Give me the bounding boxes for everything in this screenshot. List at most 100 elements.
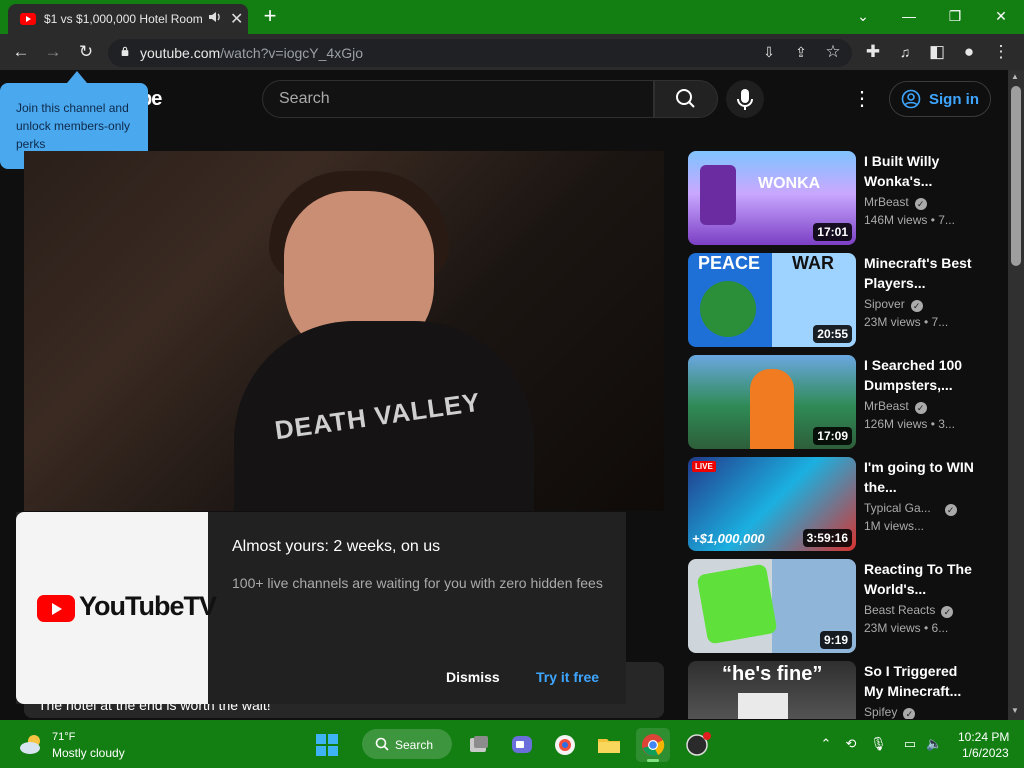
windows-logo-icon <box>316 734 338 756</box>
scroll-up-arrow-icon[interactable]: ▲ <box>1011 72 1019 81</box>
network-icon[interactable]: ▭ <box>902 736 918 752</box>
microphone-tray-icon[interactable]: 🎙 <box>870 736 887 752</box>
channel-name[interactable]: Spifey ✓ <box>864 705 916 719</box>
edge-browser-icon[interactable] <box>548 728 582 762</box>
thumbnail-figure <box>750 369 794 449</box>
verified-check-icon: ✓ <box>914 198 927 210</box>
volume-icon[interactable]: 🔈 <box>926 736 942 752</box>
video-meta: 126M views • 3... <box>864 417 955 431</box>
video-thumbnail[interactable]: 17:09 <box>688 355 856 449</box>
sync-icon[interactable]: ⟲ <box>843 736 859 752</box>
channel-name[interactable]: MrBeast ✓ <box>864 399 927 414</box>
channel-name[interactable]: MrBeast ✓ <box>864 195 927 210</box>
channel-name-text: Sipover <box>864 297 905 311</box>
channel-name-text: MrBeast <box>864 399 909 413</box>
taskbar-search[interactable]: Search <box>362 729 452 759</box>
channel-name-text: Spifey <box>864 705 898 719</box>
minimize-icon[interactable]: — <box>897 4 921 28</box>
clock-time[interactable]: 10:24 PM <box>958 730 1009 744</box>
search-box[interactable] <box>262 80 654 118</box>
restore-icon[interactable]: ❐ <box>943 4 967 28</box>
share-icon[interactable]: ⇪ <box>790 41 812 63</box>
video-thumbnail[interactable]: WONKA 17:01 <box>688 151 856 245</box>
channel-name-text: Beast Reacts <box>864 603 936 617</box>
settings-more-icon[interactable]: ⋮ <box>852 86 872 112</box>
weather-description[interactable]: Mostly cloudy <box>52 746 125 760</box>
recommendation-item[interactable]: “he's fine” So I Triggered My Minecraft.… <box>688 661 1008 719</box>
dismiss-button[interactable]: Dismiss <box>446 669 500 685</box>
reload-icon[interactable]: ↻ <box>75 41 97 63</box>
channel-name[interactable]: Beast Reacts ✓ <box>864 603 954 618</box>
promo-title: Almost yours: 2 weeks, on us <box>232 538 441 555</box>
recommendation-title[interactable]: Minecraft's Best Players... <box>864 253 974 293</box>
start-button[interactable] <box>310 728 344 762</box>
account-circle-icon <box>901 89 921 109</box>
install-app-icon[interactable]: ⇩ <box>758 41 780 63</box>
scroll-down-arrow-icon[interactable]: ▼ <box>1011 706 1019 715</box>
video-thumbnail[interactable]: 9:19 <box>688 559 856 653</box>
search-button[interactable] <box>654 80 718 118</box>
recommendation-title[interactable]: I Searched 100 Dumpsters,... <box>864 355 974 395</box>
url-path: /watch?v=iogcY_4xGjo <box>220 45 363 61</box>
scrollbar-thumb[interactable] <box>1011 86 1021 266</box>
recommendation-item[interactable]: PEACE WAR 20:55 Minecraft's Best Players… <box>688 253 1008 348</box>
weather-temperature[interactable]: 71°F <box>52 731 75 743</box>
recommendation-item[interactable]: LIVE +$1,000,000 3:59:16 I'm going to WI… <box>688 457 1008 552</box>
new-tab-button[interactable]: + <box>258 4 282 28</box>
recommendation-title[interactable]: Reacting To The World's... <box>864 559 974 599</box>
speaker-icon[interactable] <box>208 10 222 26</box>
chrome-taskbar-icon[interactable] <box>636 728 670 762</box>
extensions-puzzle-icon[interactable]: ✚ <box>862 41 884 63</box>
recommendation-item[interactable]: WONKA 17:01 I Built Willy Wonka's... MrB… <box>688 151 1008 246</box>
url-domain: youtube.com <box>140 45 221 61</box>
verified-check-icon: ✓ <box>941 606 954 618</box>
clock-date[interactable]: 1/6/2023 <box>962 746 1009 760</box>
video-meta: 23M views • 7... <box>864 315 949 329</box>
sign-in-button[interactable]: Sign in <box>889 81 991 117</box>
teams-chat-icon[interactable] <box>505 728 539 762</box>
thumbnail-globe <box>700 281 756 337</box>
task-view-icon[interactable] <box>462 728 496 762</box>
tab-search-chevron-icon[interactable]: ⌄ <box>851 4 875 28</box>
back-arrow-icon[interactable]: ← <box>10 41 32 63</box>
address-bar[interactable]: youtube.com/watch?v=iogcY_4xGjo <box>108 39 852 67</box>
media-controls-icon[interactable]: ♫ <box>894 41 916 63</box>
channel-name[interactable]: Typical Ga... ✓ <box>864 501 957 516</box>
search-input[interactable] <box>277 89 641 109</box>
verified-check-icon: ✓ <box>903 708 916 719</box>
active-app-indicator <box>647 759 659 762</box>
video-player[interactable]: DEATH VALLEY <box>24 151 664 511</box>
tab-close-icon[interactable]: ✕ <box>230 9 243 29</box>
voice-search-button[interactable] <box>726 80 764 118</box>
try-it-free-button[interactable]: Try it free <box>536 669 599 685</box>
channel-name-text: Typical Ga... <box>864 501 931 515</box>
obs-recorder-icon[interactable] <box>680 728 714 762</box>
side-panel-icon[interactable]: ◧ <box>926 41 948 63</box>
thumbnail-slime <box>696 563 778 645</box>
video-thumbnail[interactable]: PEACE WAR 20:55 <box>688 253 856 347</box>
browser-tab[interactable]: $1 vs $1,000,000 Hotel Room ✕ <box>8 4 248 34</box>
bookmark-star-icon[interactable]: ☆ <box>822 41 844 63</box>
recommendation-title[interactable]: So I Triggered My Minecraft... <box>864 661 974 701</box>
show-hidden-icons-chevron-icon[interactable]: ⌃ <box>818 736 834 752</box>
recommendation-title[interactable]: I Built Willy Wonka's... <box>864 151 974 191</box>
search-icon <box>375 737 389 751</box>
channel-name[interactable]: Sipover ✓ <box>864 297 923 312</box>
lock-icon[interactable] <box>120 46 130 56</box>
recommendation-title[interactable]: I'm going to WIN the... <box>864 457 974 497</box>
video-meta: 23M views • 6... <box>864 621 949 635</box>
forward-arrow-icon[interactable]: → <box>42 41 64 63</box>
taskbar-search-label: Search <box>395 738 434 752</box>
recommendation-item[interactable]: 17:09 I Searched 100 Dumpsters,... MrBea… <box>688 355 1008 450</box>
video-thumbnail[interactable]: LIVE +$1,000,000 3:59:16 <box>688 457 856 551</box>
thumbnail-text-left: PEACE <box>698 253 761 273</box>
video-thumbnail[interactable]: “he's fine” <box>688 661 856 719</box>
chrome-menu-icon[interactable]: ⋮ <box>990 41 1012 63</box>
weather-cloud-icon[interactable] <box>18 733 46 755</box>
microphone-icon <box>737 89 753 110</box>
url-text[interactable]: youtube.com/watch?v=iogcY_4xGjo <box>140 45 363 61</box>
file-explorer-icon[interactable] <box>592 728 626 762</box>
profile-icon[interactable]: ● <box>958 41 980 63</box>
window-close-icon[interactable]: ✕ <box>989 4 1013 28</box>
recommendation-item[interactable]: 9:19 Reacting To The World's... Beast Re… <box>688 559 1008 654</box>
